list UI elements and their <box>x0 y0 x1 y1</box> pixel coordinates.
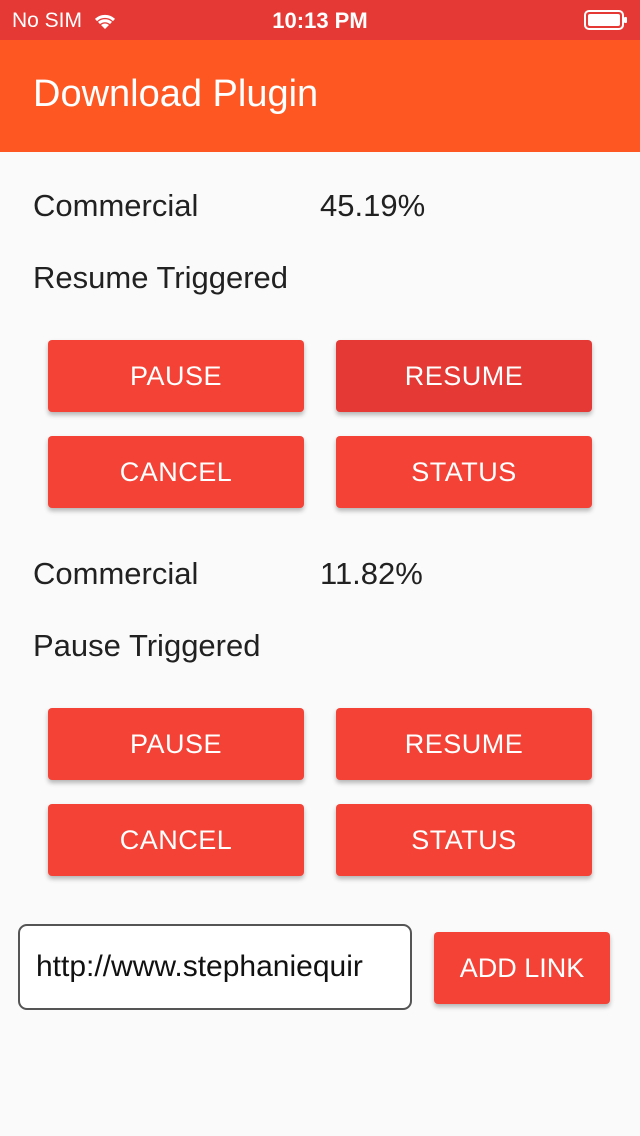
download-1-name: Commercial <box>33 188 199 223</box>
download-2-status-button[interactable]: STATUS <box>336 804 592 876</box>
status-time: 10:13 PM <box>272 8 368 33</box>
download-1-pause-button[interactable]: PAUSE <box>48 340 304 412</box>
download-2-cancel-button[interactable]: CANCEL <box>48 804 304 876</box>
battery-icon <box>584 10 627 30</box>
download-1-status: Resume Triggered <box>33 260 289 295</box>
download-2-status: Pause Triggered <box>33 628 261 663</box>
download-2-resume-button[interactable]: RESUME <box>336 708 592 780</box>
download-1-progress: 45.19% <box>320 188 426 223</box>
status-bar: No SIM 10:13 PM <box>0 0 640 40</box>
download-1-cancel-button[interactable]: CANCEL <box>48 436 304 508</box>
download-2-pause-button[interactable]: PAUSE <box>48 708 304 780</box>
page-title: Download Plugin <box>33 73 319 115</box>
add-link-button[interactable]: ADD LINK <box>434 932 610 1004</box>
download-1-resume-button[interactable]: RESUME <box>336 340 592 412</box>
url-input[interactable]: http://www.stephaniequir <box>18 924 412 1010</box>
download-1-status-button[interactable]: STATUS <box>336 436 592 508</box>
download-2-name: Commercial <box>33 556 199 591</box>
download-2-progress: 11.82% <box>320 556 423 591</box>
app-bar: Download Plugin <box>0 40 640 152</box>
